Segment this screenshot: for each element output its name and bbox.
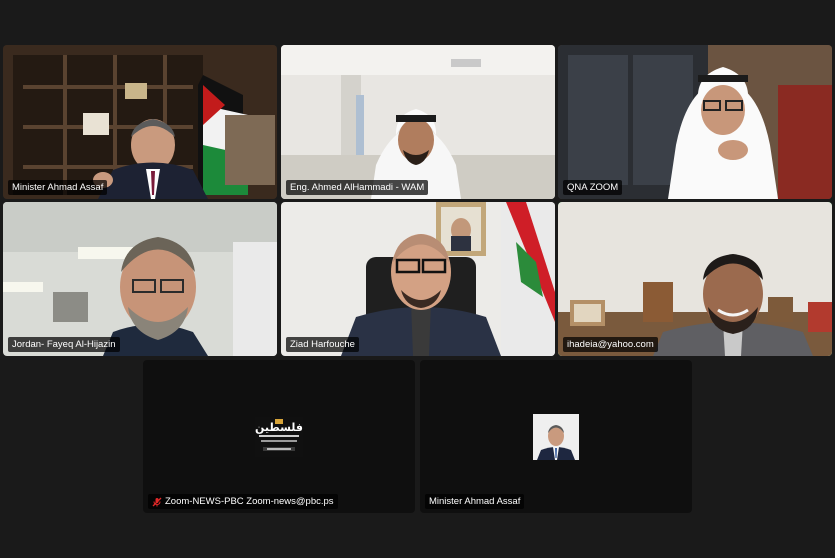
participant-name: Eng. Ahmed AlHammadi - WAM xyxy=(290,182,425,193)
palestine-tv-logo: فلسطين xyxy=(255,416,303,457)
participant-tile[interactable]: فلسطين Zoom-NEWS-PBC Zoom-news@pbc.ps xyxy=(143,360,415,513)
video-feed xyxy=(3,45,277,199)
participant-name-tag: Zoom-NEWS-PBC Zoom-news@pbc.ps xyxy=(148,494,338,509)
profile-photo xyxy=(533,413,579,460)
participant-name: Jordan- Fayeq Al-Hijazin xyxy=(12,339,116,350)
participant-name: QNA ZOOM xyxy=(567,182,619,193)
video-feed xyxy=(558,202,832,356)
participant-name: Minister Ahmad Assaf xyxy=(429,496,521,507)
participant-name-tag: Eng. Ahmed AlHammadi - WAM xyxy=(286,180,429,195)
participant-tile[interactable]: Ziad Harfouche xyxy=(281,202,555,356)
participant-tile[interactable]: Jordan- Fayeq Al-Hijazin xyxy=(3,202,277,356)
participant-name-tag: Jordan- Fayeq Al-Hijazin xyxy=(8,337,120,352)
participant-tile[interactable]: Minister Ahmad Assaf xyxy=(420,360,692,513)
participant-name: Ziad Harfouche xyxy=(290,339,355,350)
video-feed xyxy=(281,202,555,356)
video-feed xyxy=(281,45,555,199)
participant-name-tag: Minister Ahmad Assaf xyxy=(8,180,108,195)
muted-microphone-icon xyxy=(152,497,162,506)
participant-name-tag: ihadeia@yahoo.com xyxy=(563,337,658,352)
participant-name-tag: Ziad Harfouche xyxy=(286,337,359,352)
participant-tile[interactable]: Minister Ahmad Assaf xyxy=(3,45,277,199)
participant-tile[interactable]: QNA ZOOM xyxy=(558,45,832,199)
video-feed xyxy=(558,45,832,199)
gallery-view: Minister Ahmad Assaf Eng. Ahmed AlHammad… xyxy=(0,0,835,558)
participant-name: Minister Ahmad Assaf xyxy=(12,182,104,193)
video-feed xyxy=(3,202,277,356)
participant-tile[interactable]: Eng. Ahmed AlHammadi - WAM xyxy=(281,45,555,199)
participant-name-tag: Minister Ahmad Assaf xyxy=(425,494,525,509)
participant-tile-active-speaker[interactable]: ihadeia@yahoo.com xyxy=(558,202,832,356)
participant-name-tag: QNA ZOOM xyxy=(563,180,623,195)
participant-name: ihadeia@yahoo.com xyxy=(567,339,654,350)
participant-name: Zoom-NEWS-PBC Zoom-news@pbc.ps xyxy=(165,496,334,507)
